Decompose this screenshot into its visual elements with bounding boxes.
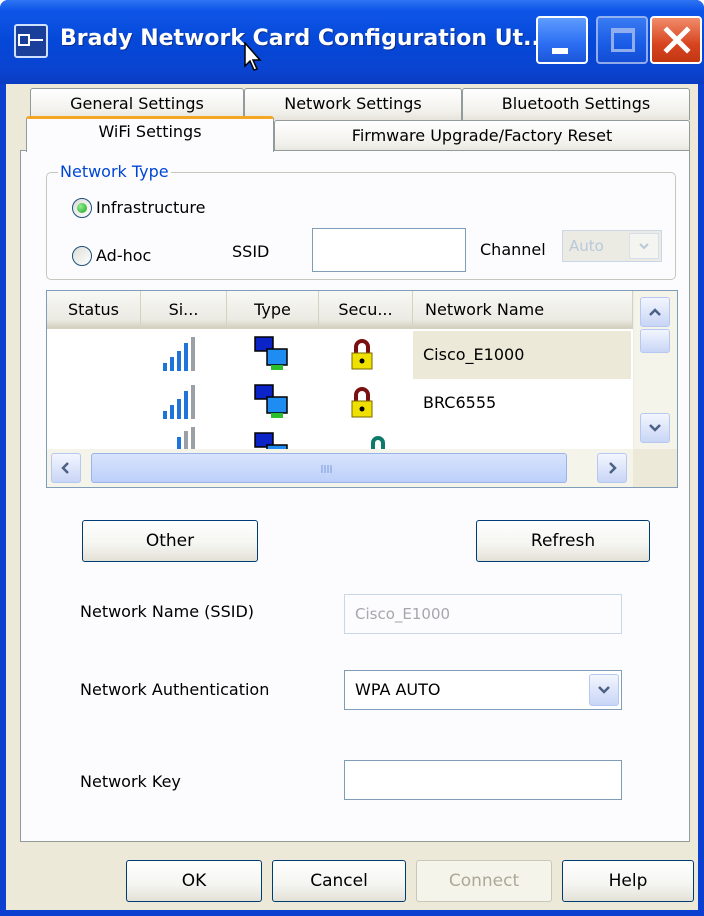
column-network-name[interactable]: Network Name xyxy=(413,291,633,329)
vertical-scrollbar[interactable] xyxy=(633,291,677,449)
mouse-cursor-icon xyxy=(244,42,262,71)
window-title: Brady Network Card Configuration Ut... xyxy=(60,26,549,51)
network-authentication-value: WPA AUTO xyxy=(355,680,441,699)
channel-value: Auto xyxy=(569,237,604,255)
chevron-down-icon xyxy=(629,233,659,259)
other-button[interactable]: Other xyxy=(82,520,258,562)
adhoc-label: Ad-hoc xyxy=(96,246,152,265)
network-type-icon xyxy=(254,432,288,449)
adhoc-radio[interactable] xyxy=(72,246,92,266)
chevron-down-icon[interactable] xyxy=(589,674,619,706)
close-button[interactable] xyxy=(650,16,702,64)
list-header: Status Si... Type Secu... Network Name xyxy=(47,291,633,329)
channel-label: Channel xyxy=(480,240,546,259)
grip-icon xyxy=(321,465,332,473)
tab-wifi-settings[interactable]: WiFi Settings xyxy=(26,116,274,152)
maximize-icon xyxy=(611,28,635,52)
minimize-icon xyxy=(552,48,568,54)
chevron-up-icon xyxy=(649,308,661,316)
connect-button: Connect xyxy=(416,860,552,902)
channel-select: Auto xyxy=(562,230,662,262)
refresh-button[interactable]: Refresh xyxy=(476,520,650,562)
column-status[interactable]: Status xyxy=(47,291,141,329)
cancel-button[interactable]: Cancel xyxy=(272,860,406,902)
network-authentication-select[interactable]: WPA AUTO xyxy=(344,670,622,710)
signal-strength-icon xyxy=(163,385,195,419)
vertical-scroll-thumb[interactable] xyxy=(640,329,670,353)
table-row[interactable]: BRC6555 xyxy=(47,379,633,427)
chevron-down-icon xyxy=(649,424,661,432)
network-name-cell: Cisco_E1000 xyxy=(413,331,631,379)
chevron-left-icon xyxy=(61,462,69,474)
network-authentication-label: Network Authentication xyxy=(80,680,270,699)
signal-strength-icon xyxy=(163,337,195,371)
scroll-down-button[interactable] xyxy=(640,413,670,443)
ssid-label: SSID xyxy=(232,242,270,261)
network-type-icon xyxy=(254,384,288,418)
network-card-icon xyxy=(14,24,48,58)
scroll-left-button[interactable] xyxy=(51,453,81,483)
horizontal-scrollbar[interactable] xyxy=(47,449,633,487)
chevron-right-icon xyxy=(609,462,617,474)
tab-bluetooth-settings[interactable]: Bluetooth Settings xyxy=(462,88,690,120)
tab-network-settings[interactable]: Network Settings xyxy=(244,88,462,120)
tab-firmware-upgrade[interactable]: Firmware Upgrade/Factory Reset xyxy=(274,120,690,152)
network-name-field: Cisco_E1000 xyxy=(344,594,622,634)
help-button[interactable]: Help xyxy=(562,860,694,902)
network-type-label: Network Type xyxy=(58,162,171,181)
ssid-input xyxy=(312,228,466,272)
network-name-cell: BRC6555 xyxy=(423,393,497,412)
column-type[interactable]: Type xyxy=(227,291,319,329)
table-row[interactable]: Cisco_E1000 xyxy=(47,331,633,379)
infrastructure-radio[interactable] xyxy=(72,198,92,218)
column-security[interactable]: Secu... xyxy=(319,291,413,329)
horizontal-scroll-thumb[interactable] xyxy=(91,453,567,483)
network-key-label: Network Key xyxy=(80,772,181,791)
network-key-field[interactable] xyxy=(344,760,622,800)
minimize-button[interactable] xyxy=(536,16,588,64)
lock-icon xyxy=(371,436,385,449)
column-signal[interactable]: Si... xyxy=(141,291,227,329)
network-list[interactable]: Status Si... Type Secu... Network Name C… xyxy=(46,290,678,488)
lock-icon xyxy=(351,339,373,370)
title-bar[interactable]: Brady Network Card Configuration Ut... xyxy=(0,0,704,84)
close-icon xyxy=(663,26,691,54)
network-type-icon xyxy=(254,336,288,370)
table-row[interactable]: test1 xyxy=(47,427,633,449)
network-name-label: Network Name (SSID) xyxy=(80,602,255,621)
scroll-up-button[interactable] xyxy=(640,297,670,327)
lock-icon xyxy=(351,387,373,418)
ok-button[interactable]: OK xyxy=(126,860,262,902)
scrollbar-corner xyxy=(633,449,677,487)
scroll-right-button[interactable] xyxy=(597,453,627,483)
signal-strength-icon xyxy=(177,427,195,449)
infrastructure-label: Infrastructure xyxy=(96,198,206,217)
maximize-button xyxy=(596,16,648,64)
network-name-cell: test1 xyxy=(413,433,631,449)
